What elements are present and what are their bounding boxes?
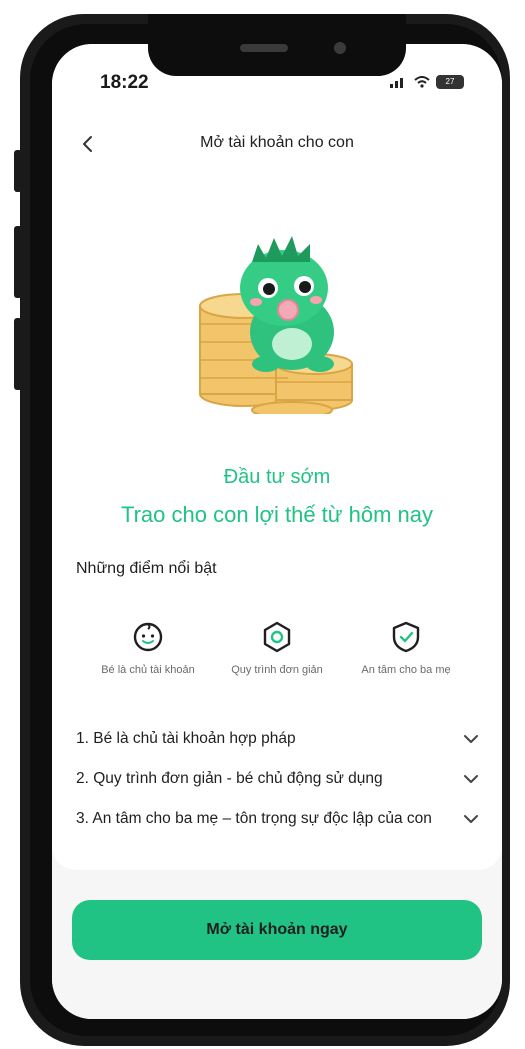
- volume-up-button: [14, 226, 22, 298]
- signal-icon: [390, 78, 403, 88]
- accordion-label: 2. Quy trình đơn giản - bé chủ động sử d…: [76, 770, 383, 787]
- accordion-label: 3. An tâm cho ba mẹ – tôn trọng sự độc l…: [76, 810, 432, 827]
- page-title: Mở tài khoản cho con: [200, 134, 354, 151]
- app-screen: 18:22 27 Mở tài khoản cho con Đầu tư sớm…: [52, 44, 502, 1019]
- front-camera: [334, 42, 346, 54]
- volume-down-button: [14, 318, 22, 390]
- battery-icon: 27: [436, 75, 464, 89]
- speaker-grille: [240, 44, 288, 52]
- shield-check-icon: [392, 621, 420, 653]
- feature-label: Bé là chủ tài khoản: [101, 664, 195, 676]
- feature-child-owner: Bé là chủ tài khoản: [88, 620, 208, 679]
- accordion-item-simple-process[interactable]: 2. Quy trình đơn giản - bé chủ động sử d…: [76, 768, 480, 790]
- wifi-icon: [414, 76, 430, 88]
- status-icons: 27: [390, 75, 464, 89]
- content-card: 18:22 27 Mở tài khoản cho con Đầu tư sớm…: [52, 44, 502, 870]
- baby-face-icon: [133, 622, 163, 652]
- accordion-item-legal-owner[interactable]: 1. Bé là chủ tài khoản hợp pháp: [76, 728, 480, 750]
- hexagon-icon: [263, 621, 291, 653]
- hero-title: Đầu tư sớm: [223, 466, 331, 488]
- status-time: 18:22: [100, 72, 149, 93]
- hero-subtitle: Trao cho con lợi thế từ hôm nay: [120, 502, 434, 527]
- feature-simple-process: Quy trình đơn giản: [217, 620, 337, 679]
- chevron-down-icon[interactable]: [462, 810, 480, 828]
- chevron-down-icon[interactable]: [462, 730, 480, 748]
- dragon-on-coins-illustration: [199, 236, 353, 414]
- phone-notch: [148, 14, 406, 76]
- accordion-item-peace-of-mind[interactable]: 3. An tâm cho ba mẹ – tôn trọng sự độc l…: [76, 808, 480, 830]
- open-account-button[interactable]: Mở tài khoản ngay: [72, 900, 482, 960]
- feature-label: An tâm cho ba mẹ: [361, 664, 451, 676]
- feature-peace-of-mind: An tâm cho ba mẹ: [346, 620, 466, 679]
- mute-switch: [14, 150, 22, 192]
- accordion-label: 1. Bé là chủ tài khoản hợp pháp: [76, 730, 296, 747]
- feature-label: Quy trình đơn giản: [231, 664, 323, 676]
- highlights-title: Những điểm nổi bật: [76, 560, 217, 577]
- chevron-down-icon[interactable]: [462, 770, 480, 788]
